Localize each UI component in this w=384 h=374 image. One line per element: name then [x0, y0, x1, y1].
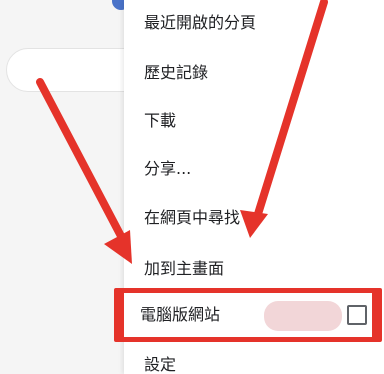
menu-item-find-in-page[interactable]: 在網頁中尋找 — [144, 203, 240, 233]
menu-item-desktop-site[interactable]: 電腦版網站 — [124, 293, 372, 337]
blurred-patch — [264, 301, 342, 331]
menu-item-settings[interactable]: 設定 — [144, 350, 176, 374]
menu-item-add-to-home-screen[interactable]: 加到主畫面 — [144, 254, 224, 284]
menu-item-downloads[interactable]: 下載 — [144, 106, 176, 136]
menu-item-history[interactable]: 歷史記錄 — [144, 58, 208, 88]
menu-item-recent-tabs[interactable]: 最近開啟的分頁 — [144, 8, 256, 38]
menu-item-share[interactable]: 分享... — [144, 154, 191, 184]
desktop-site-checkbox[interactable] — [347, 305, 367, 325]
screenshot: 最近開啟的分頁 歷史記錄 下載 分享... 在網頁中尋找 加到主畫面 設定 電腦… — [0, 0, 384, 374]
highlight-box: 電腦版網站 — [114, 288, 382, 342]
desktop-site-label: 電腦版網站 — [140, 305, 221, 324]
